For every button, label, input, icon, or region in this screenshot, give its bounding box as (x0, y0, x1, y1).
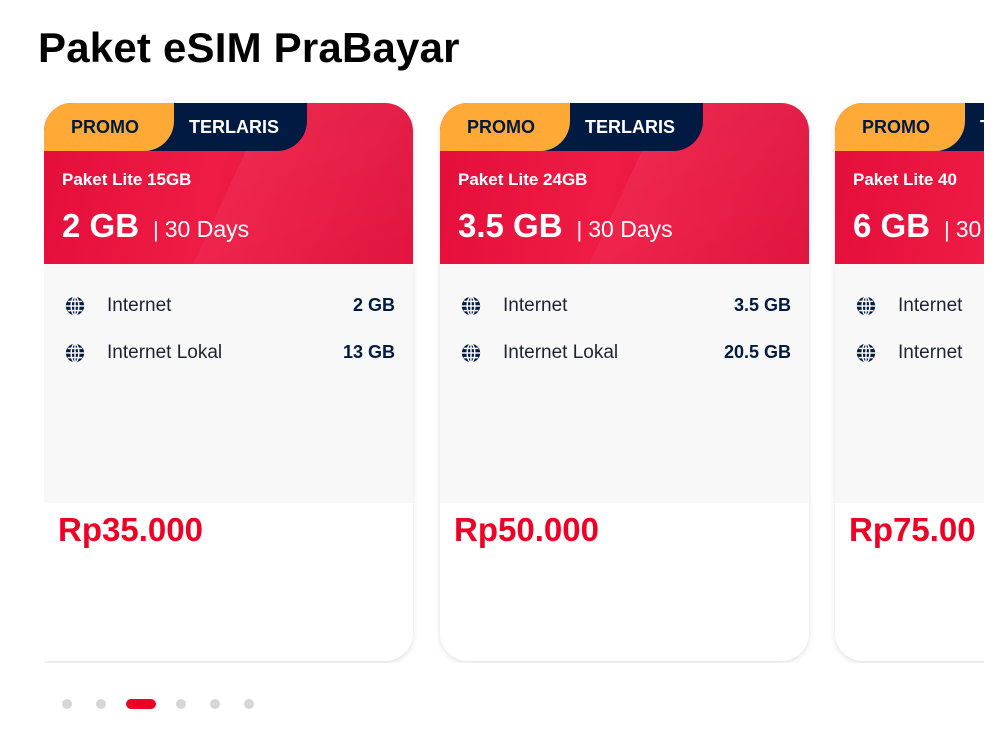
page-title: Paket eSIM PraBayar (38, 24, 460, 71)
benefit-label: Internet (898, 294, 963, 316)
plan-name: Paket Lite 40 (853, 170, 957, 189)
carousel-pagination (62, 698, 278, 710)
quota-line: 2 GB | 30 Days (62, 207, 249, 245)
benefit-label: Internet (107, 294, 172, 316)
package-card-footer: Rp75.00 (835, 503, 984, 661)
pagination-dot-active[interactable] (126, 699, 156, 709)
globe-icon (856, 342, 876, 363)
benefit-value: 2 GB (352, 295, 395, 315)
benefit-row: Internet 2 GB (44, 282, 413, 329)
quota-duration: 30 Days (164, 216, 250, 242)
quota-amount: 2 GB (62, 207, 140, 244)
quota-separator: | (576, 217, 583, 242)
package-card-footer: Rp35.000 (44, 503, 413, 661)
package-card-benefits: Internet 3.5 GB Internet Lokal 20.5 GB (440, 264, 809, 503)
benefit-row: Internet (835, 329, 984, 376)
pagination-dot[interactable] (96, 699, 106, 709)
plan-name: Paket Lite 15GB (62, 170, 192, 189)
package-card-header: TERLARIS PROMO Paket Lite 24GB 3.5 GB | … (440, 103, 809, 264)
quota-amount: 3.5 GB (458, 207, 563, 244)
package-card-footer: Rp50.000 (440, 503, 809, 661)
pagination-dot[interactable] (244, 699, 254, 709)
benefit-row: Internet 3.5 GB (440, 282, 809, 329)
pagination-dot[interactable] (210, 699, 220, 709)
package-carousel[interactable]: TERLARIS PROMO Paket Lite 15GB 2 GB | 30… (44, 103, 984, 663)
globe-icon (461, 295, 481, 316)
package-card-benefits: Internet 2 GB Internet Lokal 13 GB (44, 264, 413, 503)
quota-line: 3.5 GB | 30 Days (458, 207, 673, 245)
globe-icon (65, 295, 85, 316)
promo-badge: PROMO (835, 103, 965, 151)
carousel-track: TERLARIS PROMO Paket Lite 15GB 2 GB | 30… (44, 103, 984, 663)
globe-icon (461, 342, 481, 363)
quota-amount: 6 GB (853, 207, 931, 244)
globe-icon (65, 342, 85, 363)
plan-name: Paket Lite 24GB (458, 170, 588, 189)
benefit-label: Internet Lokal (107, 341, 223, 363)
package-card[interactable]: TERLARIS PROMO Paket Lite 40 6 GB | 30 I… (835, 103, 984, 661)
benefit-row: Internet (835, 282, 984, 329)
package-price: Rp75.00 (849, 511, 976, 548)
package-price: Rp35.000 (58, 511, 203, 548)
quota-line: 6 GB | 30 (853, 207, 981, 245)
package-card[interactable]: TERLARIS PROMO Paket Lite 15GB 2 GB | 30… (44, 103, 413, 661)
package-card-header: TERLARIS PROMO Paket Lite 40 6 GB | 30 (835, 103, 984, 264)
benefit-value: 20.5 GB (723, 342, 791, 362)
benefit-value: 3.5 GB (733, 295, 791, 315)
package-card-header: TERLARIS PROMO Paket Lite 15GB 2 GB | 30… (44, 103, 413, 264)
quota-duration: 30 Days (588, 216, 673, 242)
promo-badge: PROMO (44, 103, 174, 151)
benefit-label: Internet (503, 294, 568, 316)
benefit-label: Internet (898, 341, 963, 363)
benefit-label: Internet Lokal (503, 341, 619, 363)
pagination-dot[interactable] (176, 699, 186, 709)
package-price: Rp50.000 (454, 511, 599, 548)
benefit-value: 13 GB (342, 342, 395, 362)
promo-badge: PROMO (440, 103, 570, 151)
benefit-row: Internet Lokal 13 GB (44, 329, 413, 376)
benefit-row: Internet Lokal 20.5 GB (440, 329, 809, 376)
package-card[interactable]: TERLARIS PROMO Paket Lite 24GB 3.5 GB | … (440, 103, 809, 661)
package-card-benefits: Internet Internet (835, 264, 984, 503)
globe-icon (856, 295, 876, 316)
quota-separator: | (153, 217, 159, 242)
pagination-dot[interactable] (62, 699, 72, 709)
quota-separator: | (944, 217, 950, 242)
quota-duration: 30 (955, 216, 982, 242)
